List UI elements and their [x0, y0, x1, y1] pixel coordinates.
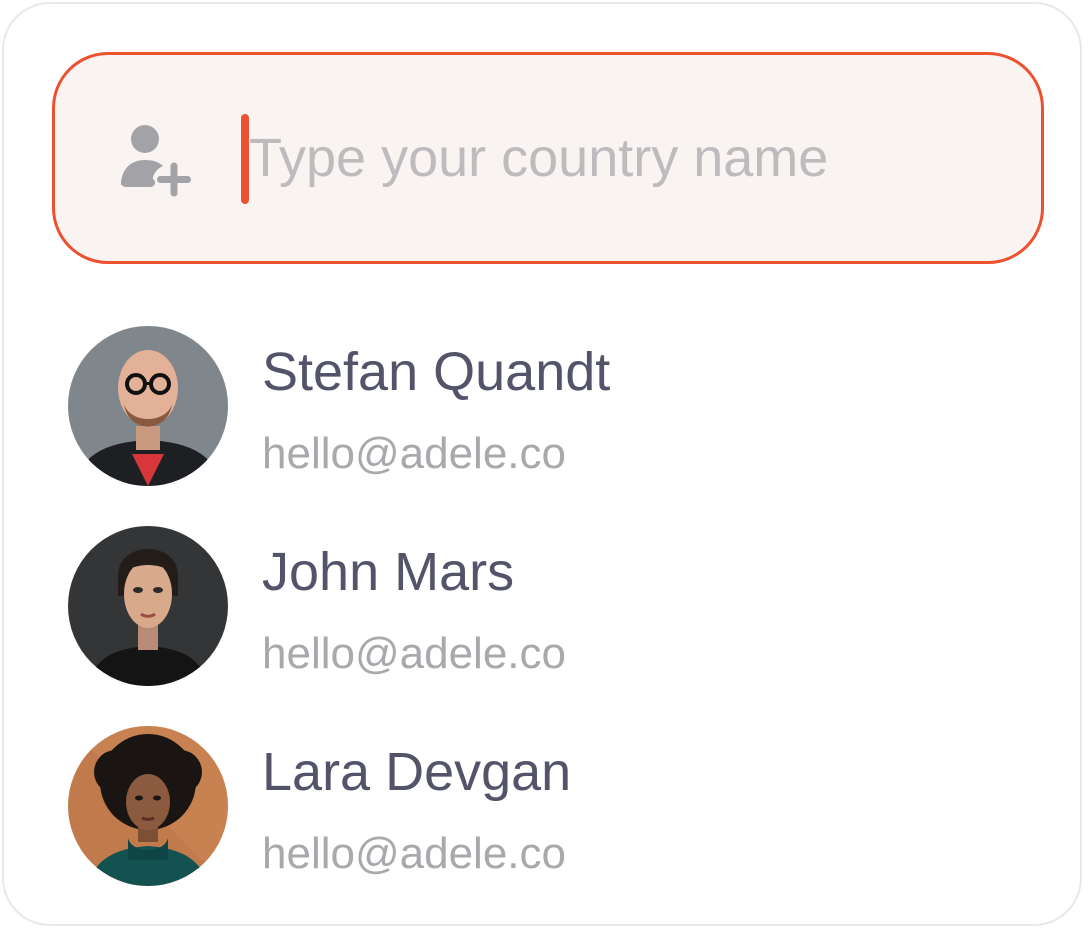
- contact-email: hello@adele.co: [262, 829, 566, 878]
- user-add-icon: [119, 123, 195, 199]
- contact-email: hello@adele.co: [262, 629, 566, 678]
- contact-picker-card: Stefan Quandt hello@adele.co John Mars h: [2, 2, 1082, 926]
- contact-name: Stefan Quandt: [262, 342, 611, 402]
- text-caret: [241, 114, 249, 204]
- contact-name: John Mars: [262, 542, 515, 602]
- avatar: [68, 526, 228, 686]
- contact-name: Lara Devgan: [262, 742, 572, 802]
- contact-item[interactable]: Stefan Quandt hello@adele.co: [68, 326, 1028, 486]
- contact-item[interactable]: Lara Devgan hello@adele.co: [68, 726, 1028, 886]
- contact-item[interactable]: John Mars hello@adele.co: [68, 526, 1028, 686]
- country-search-input[interactable]: [249, 109, 989, 207]
- avatar: [68, 326, 228, 486]
- contact-email: hello@adele.co: [262, 429, 566, 478]
- avatar: [68, 726, 228, 886]
- search-field[interactable]: [52, 52, 1044, 264]
- contact-list: Stefan Quandt hello@adele.co John Mars h: [68, 326, 1028, 926]
